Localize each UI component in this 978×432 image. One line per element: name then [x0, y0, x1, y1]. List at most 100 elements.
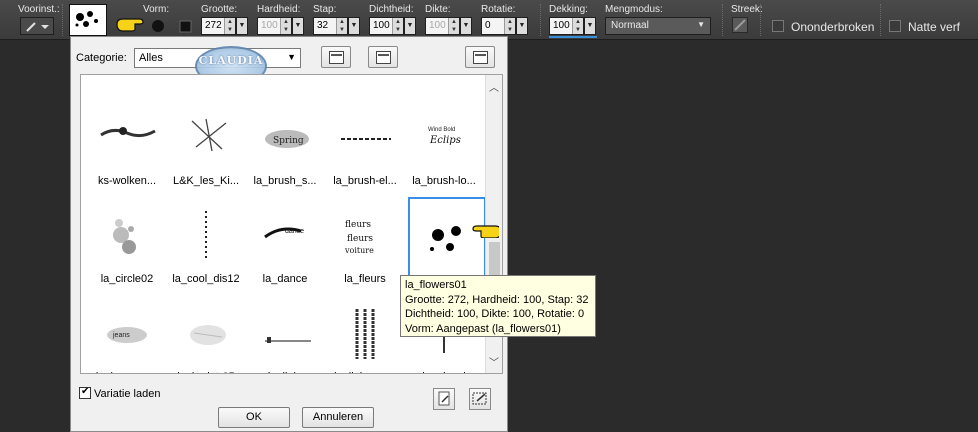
brush-thumbnail — [251, 297, 319, 365]
watermark-text: CLAUDIA — [198, 54, 264, 67]
step-stepper-icon[interactable]: ▲ ▼ — [336, 18, 347, 34]
opacity-label: Dekking: — [549, 4, 588, 15]
window-icon — [329, 51, 344, 64]
brush-name: la_korint-05 — [163, 371, 249, 373]
stroke-path-icon — [734, 19, 746, 31]
brush-cell[interactable]: Spring la_brush_s... — [245, 97, 325, 193]
variation-checkbox[interactable] — [79, 386, 91, 399]
thickness-field[interactable]: 100 ▲ ▼ ▼ — [425, 17, 472, 35]
brush-name: la_fleurs — [344, 273, 386, 285]
opacity-stepper-icon[interactable]: ▲ ▼ — [572, 18, 583, 34]
open-folder-button[interactable] — [368, 46, 398, 68]
brush-cell[interactable]: la_linie — [242, 293, 328, 373]
brush-cell[interactable]: la_cool_dis12 — [166, 195, 246, 291]
edit-document-icon — [438, 391, 450, 406]
step-field[interactable]: 32 ▲ ▼ ▼ — [313, 17, 360, 35]
brush-tip-preview[interactable] — [69, 4, 107, 36]
brush-picker-dialog: Categorie: Alles ▼ CLAUDIA ♣ ks-wolken..… — [70, 36, 508, 432]
grid-icon — [473, 51, 488, 64]
continuous-checkbox[interactable] — [772, 20, 784, 32]
brush-cell[interactable]: ks-wolken... — [87, 97, 167, 193]
blend-mode-value: Normaal — [611, 20, 649, 31]
brush-cell[interactable]: fleurs fleurs voiture la_fleurs — [325, 195, 405, 291]
brush-thumbnail: jeans — [93, 297, 161, 365]
thickness-dropdown-icon[interactable]: ▼ — [460, 17, 472, 35]
brush-tooltip: la_flowers01 Grootte: 272, Hardheid: 100… — [400, 275, 596, 337]
brush-cell[interactable]: la_korint-05 — [163, 293, 249, 373]
brush-cell[interactable]: dance la_dance — [245, 195, 325, 291]
svg-text:fleurs: fleurs — [347, 234, 373, 244]
svg-text:jeans: jeans — [112, 332, 130, 339]
chevron-down-icon: ▼ — [287, 52, 296, 62]
brush-cell[interactable]: la_brush-el... — [325, 97, 405, 193]
size-field[interactable]: 272 ▲ ▼ ▼ — [201, 17, 248, 35]
density-field[interactable]: 100 ▲ ▼ ▼ — [369, 17, 416, 35]
edit-brush-button[interactable] — [433, 388, 455, 410]
grid-view-button[interactable] — [465, 46, 495, 68]
brush-name: la_linie — [242, 371, 328, 373]
brush-thumbnail — [331, 101, 399, 169]
shape-label: Vorm: — [143, 4, 170, 15]
scroll-down-icon[interactable]: ﹀ — [489, 354, 499, 369]
thickness-label: Dikte: — [425, 4, 451, 15]
chevron-down-icon: ▼ — [697, 20, 705, 29]
brush-cell[interactable]: la_circle02 — [87, 195, 167, 291]
select-brush-button[interactable] — [469, 388, 491, 410]
thickness-stepper-icon[interactable]: ▲ ▼ — [448, 18, 459, 34]
square-shape-icon — [179, 20, 192, 33]
preset-label: Voorinst.: — [18, 4, 60, 15]
round-shape-button[interactable] — [150, 18, 170, 34]
hardness-dropdown-icon[interactable]: ▼ — [292, 17, 304, 35]
hardness-stepper-icon[interactable]: ▲ ▼ — [280, 18, 291, 34]
toolbar-separator — [760, 4, 761, 36]
step-value: 32 — [317, 20, 329, 31]
density-dropdown-icon[interactable]: ▼ — [404, 17, 416, 35]
toolbar-separator — [62, 4, 63, 36]
rotation-field[interactable]: 0 ▲ ▼ ▼ — [481, 17, 528, 35]
ok-button[interactable]: OK — [218, 407, 290, 428]
brush-name: la_pinsel — [401, 371, 487, 373]
size-dropdown-icon[interactable]: ▼ — [236, 17, 248, 35]
step-label: Stap: — [313, 4, 337, 15]
thickness-value: 100 — [429, 20, 446, 31]
svg-text:Eclips: Eclips — [429, 135, 461, 146]
size-stepper-icon[interactable]: ▲ ▼ — [224, 18, 235, 34]
toolbar-separator — [540, 4, 541, 36]
rotation-stepper-icon[interactable]: ▲ ▼ — [504, 18, 515, 34]
blend-mode-select[interactable]: Normaal ▼ — [605, 17, 711, 35]
brush-cell[interactable]: jeans la_jeans m... — [87, 293, 167, 373]
svg-text:dance: dance — [285, 228, 304, 235]
rotation-value: 0 — [485, 20, 491, 31]
brush-cell[interactable]: L&K_les_Ki... — [166, 97, 246, 193]
stroke-button[interactable] — [732, 17, 748, 33]
svg-text:Wind Bold: Wind Bold — [428, 127, 455, 133]
brush-name: la_circle02 — [100, 273, 154, 285]
density-stepper-icon[interactable]: ▲ ▼ — [392, 18, 403, 34]
wet-paint-checkbox[interactable] — [889, 20, 901, 32]
view-list-button[interactable] — [321, 46, 351, 68]
brush-name: la_cool_dis12 — [172, 273, 240, 285]
blend-mode-label: Mengmodus: — [605, 4, 663, 15]
hardness-field[interactable]: 100 ▲ ▼ ▼ — [257, 17, 304, 35]
toolbar-separator — [880, 4, 881, 36]
brush-thumbnail — [93, 101, 161, 169]
step-dropdown-icon[interactable]: ▼ — [348, 17, 360, 35]
brush-thumbnail — [172, 101, 240, 169]
brush-thumbnail: Spring — [251, 101, 319, 169]
brush-name: la_linien_a... — [322, 371, 408, 373]
pointing-hand-icon — [472, 225, 499, 238]
cancel-button[interactable]: Annuleren — [302, 407, 374, 428]
brush-thumbnail: Wind Bold Eclips — [410, 101, 478, 169]
brush-name: L&K_les_Ki... — [172, 175, 240, 187]
preset-dropdown[interactable] — [20, 17, 54, 35]
brush-cell[interactable]: Wind Bold Eclips la_brush-lo... — [404, 97, 484, 193]
opacity-dropdown-icon[interactable]: ▼ — [584, 17, 596, 35]
opacity-field[interactable]: 100 ▲ ▼ ▼ — [549, 17, 596, 35]
brush-thumbnail — [408, 197, 486, 279]
rotation-dropdown-icon[interactable]: ▼ — [516, 17, 528, 35]
scroll-up-icon[interactable]: ︿ — [489, 79, 499, 94]
load-variation-option[interactable]: Variatie laden — [79, 386, 160, 400]
brush-preset-icon — [26, 22, 49, 32]
brush-cell[interactable]: la_linien_a... — [322, 293, 408, 373]
square-shape-button[interactable] — [176, 18, 196, 34]
